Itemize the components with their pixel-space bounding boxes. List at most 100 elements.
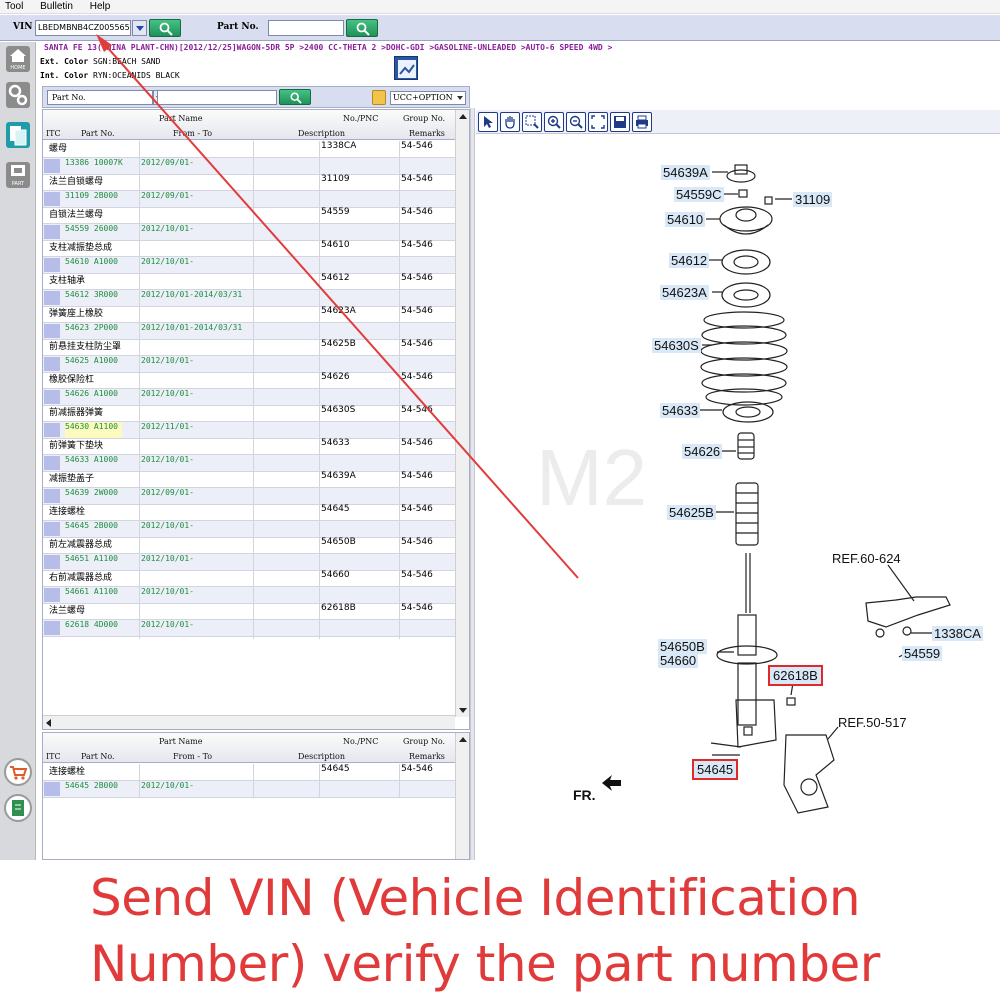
parts-table: Part Name No./PNC Group No. ITC Part No.… bbox=[42, 109, 470, 730]
pan-tool-button[interactable] bbox=[500, 112, 520, 132]
itc-cell bbox=[44, 782, 60, 796]
table-sub-row[interactable]: 54651 A1100 2012/10/01- bbox=[43, 554, 455, 571]
zoom-out-button[interactable] bbox=[566, 112, 586, 132]
save-button[interactable] bbox=[610, 112, 630, 132]
table-sub-row[interactable]: 54633 A1000 2012/10/01- bbox=[43, 455, 455, 472]
zoom-in-button[interactable] bbox=[544, 112, 564, 132]
filter-field-select[interactable]: Part No. bbox=[47, 90, 153, 105]
table-row[interactable]: 法兰自锁螺母 31109 54-546 bbox=[43, 174, 455, 191]
table-row[interactable]: 减振垫盖子 54639A 54-546 bbox=[43, 471, 455, 488]
table-sub-row[interactable]: 13386 10007K 2012/09/01- bbox=[43, 158, 455, 175]
parts-vertical-scrollbar[interactable] bbox=[455, 110, 469, 717]
scroll-down-icon[interactable] bbox=[459, 708, 467, 713]
vin-search-button[interactable] bbox=[149, 19, 181, 37]
panel-splitter[interactable] bbox=[470, 108, 475, 860]
callout-1338CA[interactable]: 1338CA bbox=[932, 626, 983, 641]
table-sub-row[interactable]: 54645 2B000 2012/10/01- bbox=[43, 521, 455, 538]
table-row[interactable]: 弹簧座上橡胶 54623A 54-546 bbox=[43, 306, 455, 323]
callout-ref-50-517[interactable]: REF.50-517 bbox=[836, 715, 909, 730]
catalog-button[interactable] bbox=[6, 122, 30, 148]
export-button[interactable] bbox=[4, 794, 32, 822]
menu-bulletin[interactable]: Bulletin bbox=[40, 1, 73, 12]
exploded-diagram[interactable]: M2 54639A 54559C 31109 54610 54612 54623… bbox=[476, 135, 1000, 860]
table-row[interactable]: 连接螺栓 54645 54-546 bbox=[43, 504, 455, 521]
callout-54612[interactable]: 54612 bbox=[669, 253, 710, 268]
detail-row[interactable]: 连接螺栓 54645 54-546 bbox=[43, 764, 455, 781]
table-sub-row[interactable]: 54630 A1100 2012/11/01- bbox=[43, 422, 455, 439]
table-sub-row[interactable]: 54559 26000 2012/10/01- bbox=[43, 224, 455, 241]
menu-tool[interactable]: Tool bbox=[5, 1, 23, 12]
table-row[interactable]: 法兰螺母 62618B 54-546 bbox=[43, 603, 455, 620]
parts-horizontal-scrollbar[interactable] bbox=[43, 715, 455, 729]
callout-62618B[interactable]: 62618B bbox=[768, 665, 823, 686]
table-row[interactable]: 橡胶保险杠 54626 54-546 bbox=[43, 372, 455, 389]
scroll-up-icon[interactable] bbox=[459, 114, 467, 119]
detail-header-part-name: Part Name bbox=[159, 737, 203, 746]
part-name-cell: 支柱减振垫总成 bbox=[49, 243, 113, 253]
table-sub-row[interactable]: 54623 2P000 2012/10/01-2014/03/31 bbox=[43, 323, 455, 340]
table-row[interactable]: 前弹簧下垫块 54633 54-546 bbox=[43, 438, 455, 455]
header-description: Description bbox=[298, 129, 345, 138]
callout-54610[interactable]: 54610 bbox=[665, 212, 706, 227]
scroll-left-icon[interactable] bbox=[46, 719, 51, 727]
table-row[interactable]: 右前减震器总成 54660 54-546 bbox=[43, 570, 455, 587]
detail-vertical-scrollbar[interactable] bbox=[455, 733, 469, 859]
callout-54639A[interactable]: 54639A bbox=[661, 165, 710, 180]
document-icon bbox=[10, 126, 27, 146]
table-row[interactable]: 支柱减振垫总成 54610 54-546 bbox=[43, 240, 455, 257]
table-row[interactable]: 前悬挂支柱防尘罩 54625B 54-546 bbox=[43, 339, 455, 356]
table-sub-row[interactable]: 54625 A1000 2012/10/01- bbox=[43, 356, 455, 373]
callout-54626[interactable]: 54626 bbox=[682, 444, 723, 459]
part-search-button[interactable] bbox=[346, 19, 378, 37]
table-row[interactable]: 自锁法兰螺母 54559 54-546 bbox=[43, 207, 455, 224]
table-sub-row[interactable]: 31109 2B000 2012/09/01- bbox=[43, 191, 455, 208]
table-row[interactable]: 前减振器弹簧 54630S 54-546 bbox=[43, 405, 455, 422]
callout-54559[interactable]: 54559 bbox=[902, 646, 943, 661]
table-row[interactable]: 支柱轴承 54612 54-546 bbox=[43, 273, 455, 290]
table-row[interactable]: 前左减震器总成 54650B 54-546 bbox=[43, 537, 455, 554]
cart-button[interactable] bbox=[4, 758, 32, 786]
table-sub-row[interactable]: 54626 A1000 2012/10/01- bbox=[43, 389, 455, 406]
callout-54650B[interactable]: 54650B bbox=[658, 639, 707, 654]
part-button[interactable]: PART bbox=[6, 162, 30, 188]
part-name-cell: 螺母 bbox=[49, 144, 68, 154]
callout-54623A[interactable]: 54623A bbox=[660, 285, 709, 300]
itc-cell bbox=[44, 324, 60, 338]
callout-54625B[interactable]: 54625B bbox=[667, 505, 716, 520]
home-button[interactable]: HOME bbox=[6, 46, 30, 72]
select-tool-button[interactable] bbox=[478, 112, 498, 132]
int-color-label: Int. Color bbox=[40, 71, 89, 80]
illustration-button[interactable] bbox=[394, 56, 418, 80]
menu-bar: Tool Bulletin Help bbox=[0, 0, 1000, 14]
vin-input[interactable]: LBEDMBNB4CZ005565 bbox=[35, 20, 131, 36]
callout-54645[interactable]: 54645 bbox=[692, 759, 739, 780]
table-row[interactable]: 螺母 1338CA 54-546 bbox=[43, 141, 455, 158]
menu-help[interactable]: Help bbox=[90, 1, 111, 12]
table-sub-row[interactable]: 54661 A1100 2012/10/01- bbox=[43, 587, 455, 604]
group-button[interactable] bbox=[6, 82, 30, 108]
pnc-cell: 54660 bbox=[321, 570, 350, 580]
table-sub-row[interactable]: 54610 A1000 2012/10/01- bbox=[43, 257, 455, 274]
date-cell: 2012/10/01- bbox=[141, 521, 194, 530]
callout-ref-60-624[interactable]: REF.60-624 bbox=[830, 551, 903, 566]
callout-54630S[interactable]: 54630S bbox=[652, 338, 701, 353]
lock-icon[interactable] bbox=[372, 90, 386, 105]
filter-text-input[interactable] bbox=[157, 90, 277, 105]
zoom-box-icon bbox=[525, 115, 539, 129]
fit-window-button[interactable] bbox=[588, 112, 608, 132]
zoom-area-button[interactable] bbox=[522, 112, 542, 132]
scroll-up-icon[interactable] bbox=[459, 737, 467, 742]
callout-54660[interactable]: 54660 bbox=[658, 653, 699, 668]
callout-54559C[interactable]: 54559C bbox=[674, 187, 724, 202]
table-sub-row[interactable]: 54612 3R000 2012/10/01-2014/03/31 bbox=[43, 290, 455, 307]
table-sub-row[interactable]: 54639 2W000 2012/09/01- bbox=[43, 488, 455, 505]
print-button[interactable] bbox=[632, 112, 652, 132]
callout-54633[interactable]: 54633 bbox=[660, 403, 701, 418]
callout-31109[interactable]: 31109 bbox=[793, 192, 833, 207]
detail-sub-row[interactable]: 54645 2B000 2012/10/01- bbox=[43, 781, 455, 798]
filter-search-button[interactable] bbox=[279, 89, 311, 105]
part-no-input[interactable] bbox=[268, 20, 344, 36]
table-sub-row[interactable]: 62618 4D000 2012/10/01- bbox=[43, 620, 455, 637]
vin-dropdown-button[interactable] bbox=[132, 20, 147, 36]
option-select[interactable]: UCC+OPTION bbox=[390, 91, 466, 105]
